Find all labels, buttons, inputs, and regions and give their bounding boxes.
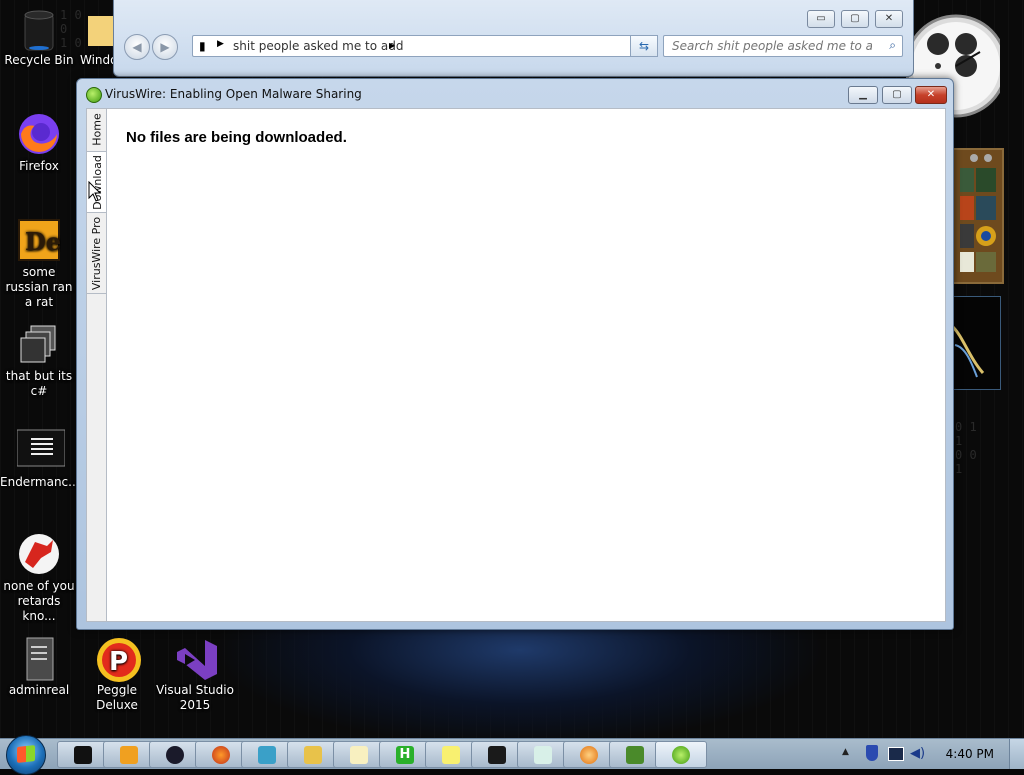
notepad2-icon (534, 745, 552, 764)
taskbar-app-h[interactable]: H (379, 741, 431, 768)
h-app-icon: H (396, 745, 414, 764)
peggle-icon: P (95, 636, 141, 682)
dragon-icon (17, 532, 61, 576)
desktop-icon-visual-studio[interactable]: Visual Studio 2015 (156, 636, 234, 713)
show-desktop-button[interactable] (1009, 739, 1024, 769)
taskbar-app-dark[interactable] (149, 741, 201, 768)
status-message: No files are being downloaded. (126, 129, 347, 146)
folder-icon (74, 6, 118, 50)
clock-time[interactable]: 4:40 PM (946, 747, 994, 761)
orange-ball-icon (580, 745, 598, 764)
refresh-button[interactable]: ⇆ (630, 35, 658, 57)
desktop-icon-label: that but its c# (5, 369, 73, 398)
folder-icon: ▮ (199, 39, 206, 53)
system-tray: ▲ ◀) 4:40 PM (838, 739, 1024, 769)
console-icon (16, 428, 66, 472)
media-player-icon (120, 745, 138, 764)
taskbar: H ▲ ◀) 4:40 PM (0, 735, 1024, 775)
svg-text:De: De (25, 227, 61, 256)
address-path: shit people asked me to add (233, 39, 404, 53)
chevron-right-icon: ▶ (389, 41, 396, 50)
users-icon (258, 745, 276, 764)
volume-icon[interactable]: ◀) (910, 746, 925, 761)
taskbar-app-notepad2[interactable] (517, 741, 569, 768)
window-title: VirusWire: Enabling Open Malware Sharing (105, 87, 362, 101)
network-icon[interactable] (888, 747, 904, 761)
mouse-cursor-icon (88, 181, 102, 202)
chevron-right-icon: ▶ (217, 39, 224, 49)
explorer-close-button[interactable]: ✕ (875, 10, 903, 28)
firefox-icon (212, 745, 230, 764)
taskbar-app-media[interactable] (103, 741, 155, 768)
search-icon: ⌕ (889, 38, 896, 52)
visual-studio-icon (173, 636, 217, 680)
sticky-notes-icon (442, 745, 460, 764)
tab-label: Home (90, 112, 104, 146)
svg-text:P: P (109, 647, 128, 677)
viruswire-window[interactable]: VirusWire: Enabling Open Malware Sharing… (76, 78, 954, 630)
taskbar-app-sticky[interactable] (425, 741, 477, 768)
taskbar-app-orange[interactable] (563, 741, 615, 768)
download-panel: No files are being downloaded. (106, 108, 946, 622)
picture-puzzle-gadget[interactable] (952, 148, 1004, 284)
terminal-icon (488, 745, 506, 764)
desktop-icon-label: Visual Studio 2015 (156, 683, 234, 712)
taskbar-app-terminal[interactable] (471, 741, 523, 768)
document-icon (17, 636, 61, 681)
desktop-icon-stacked[interactable]: that but its c# (0, 322, 78, 399)
taskbar-app-users[interactable] (241, 741, 293, 768)
taskbar-app-notepad[interactable] (333, 741, 385, 768)
desktop-icon-label: some russian ran a rat (5, 265, 73, 309)
desktop-icon-peggle[interactable]: P Peggle Deluxe (78, 636, 156, 713)
close-button[interactable]: ✕ (915, 86, 947, 104)
taskbar-app-firefox[interactable] (195, 741, 247, 768)
desktop-icon-label: Firefox (19, 159, 59, 173)
minimize-button[interactable]: ▁ (848, 86, 878, 104)
maximize-button[interactable]: ▢ (882, 86, 912, 104)
desktop-icon-firefox[interactable]: Firefox (0, 112, 78, 174)
tab-viruswire-pro[interactable]: VirusWire Pro (87, 213, 107, 294)
tab-label: VirusWire Pro (90, 216, 104, 290)
stacked-windows-icon (17, 322, 61, 366)
shield-icon[interactable] (866, 745, 878, 761)
explorer-minimize-button[interactable]: ▭ (807, 10, 835, 28)
tab-home[interactable]: Home (87, 109, 107, 149)
desktop-icon-de-app[interactable]: De some russian ran a rat (0, 218, 78, 310)
explorer-maximize-button[interactable]: ▢ (841, 10, 869, 28)
cmd-icon (74, 745, 92, 764)
viruswire-icon (86, 87, 102, 103)
dark-app-icon (166, 745, 184, 764)
search-box[interactable]: ⌕ (663, 35, 903, 57)
desktop-icon-label: Endermanc... (0, 475, 80, 489)
de-app-icon: De (17, 218, 61, 262)
taskbar-app-minecraft[interactable] (609, 741, 661, 768)
notepad-icon (350, 745, 368, 764)
explorer-icon (304, 745, 322, 764)
viruswire-icon (672, 745, 690, 764)
minecraft-icon (626, 745, 644, 764)
forward-button[interactable]: ▶ (152, 34, 178, 60)
desktop-icon-console[interactable]: Endermanc... (0, 428, 80, 490)
desktop-icon-label: none of you retards kno... (3, 579, 75, 623)
back-button[interactable]: ◀ (124, 34, 150, 60)
search-input[interactable] (670, 38, 874, 54)
start-button[interactable] (6, 735, 46, 775)
desktop-icon-dragon[interactable]: none of you retards kno... (0, 532, 78, 624)
firefox-icon (17, 112, 61, 156)
address-bar[interactable]: ▮ ▶ shit people asked me to add ▶ ▼ (192, 35, 644, 57)
explorer-window[interactable]: ▭ ▢ ✕ ◀ ▶ ▮ ▶ shit people asked me to ad… (113, 0, 914, 77)
chevron-up-icon[interactable]: ▲ (842, 747, 849, 757)
slideshow-gadget[interactable] (951, 296, 1001, 390)
taskbar-app-cmd[interactable] (57, 741, 109, 768)
desktop-icon-adminreal[interactable]: adminreal (0, 636, 78, 698)
windows-logo-icon (17, 745, 35, 763)
taskbar-app-explorer[interactable] (287, 741, 339, 768)
taskbar-app-viruswire[interactable] (655, 741, 707, 768)
recycle-bin-icon (17, 6, 61, 51)
desktop-icon-label: Peggle Deluxe (96, 683, 138, 712)
desktop-icon-label: adminreal (8, 683, 70, 697)
